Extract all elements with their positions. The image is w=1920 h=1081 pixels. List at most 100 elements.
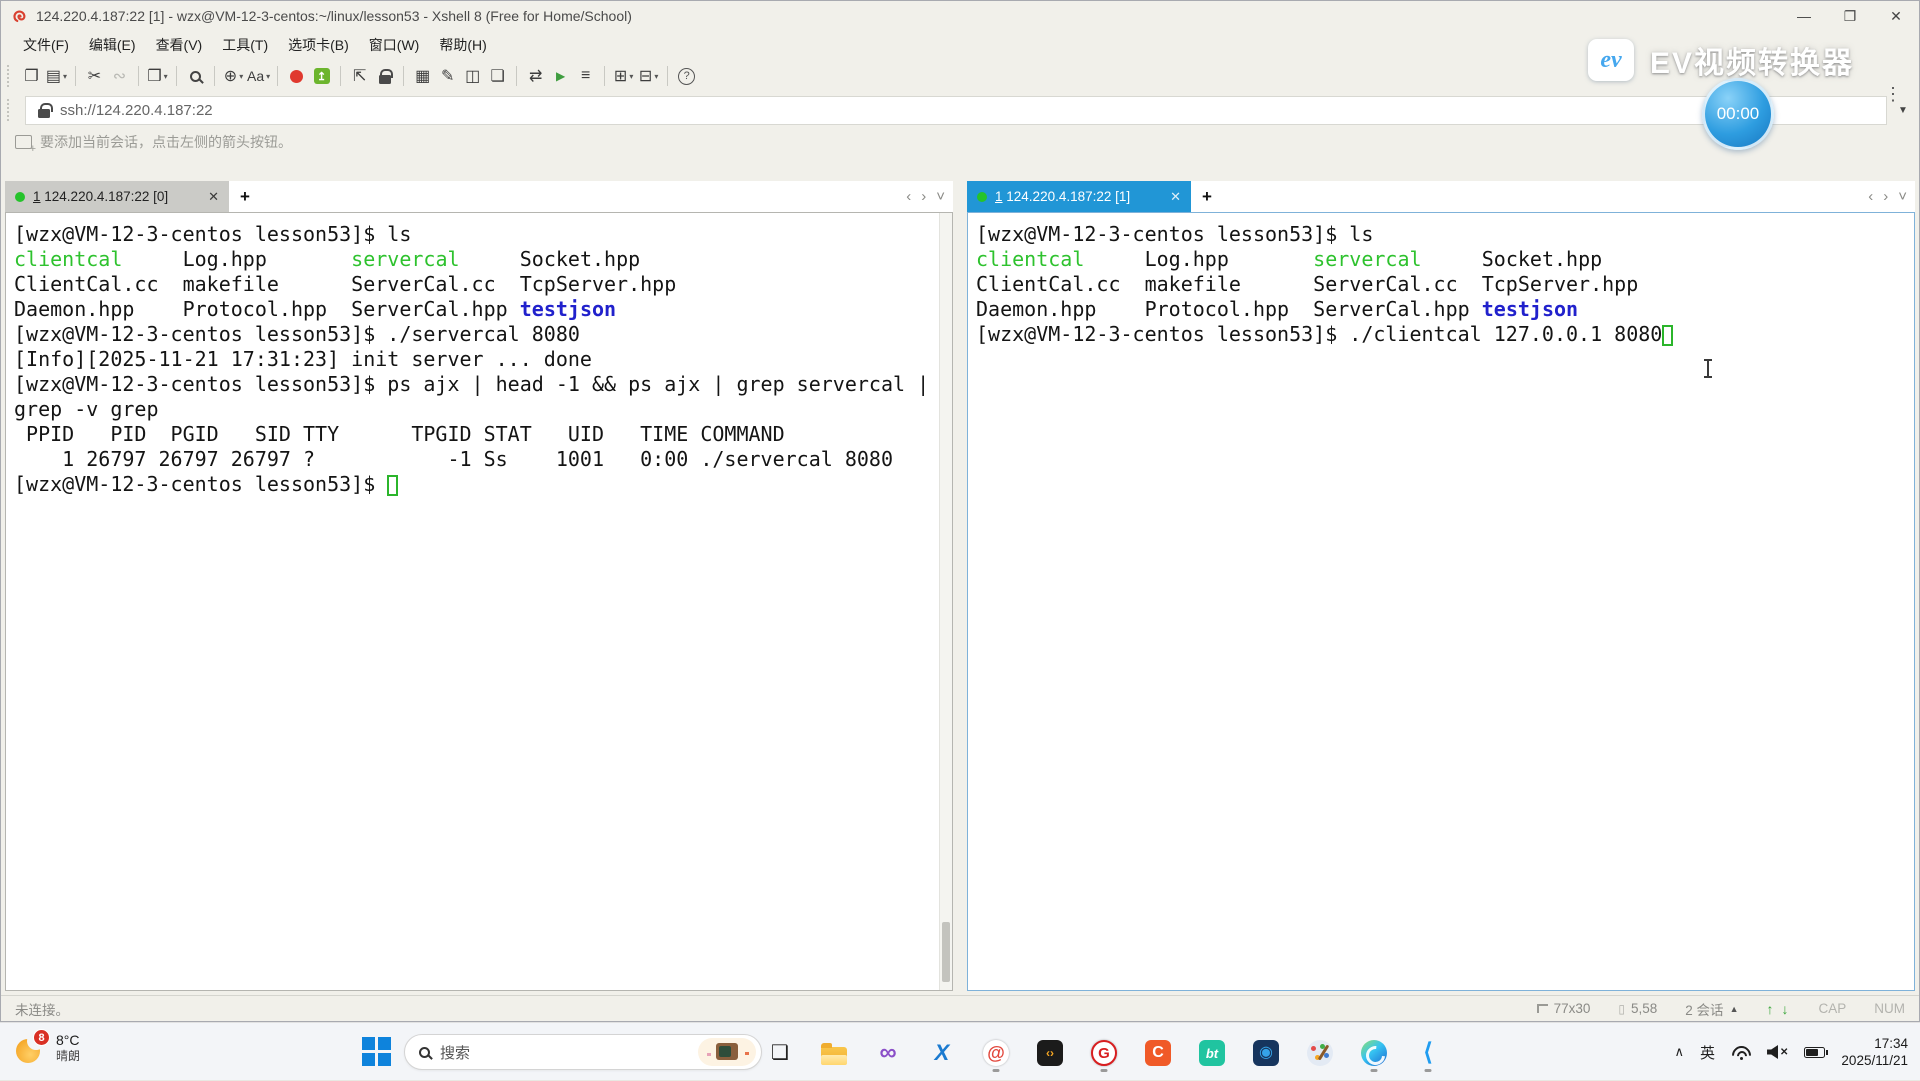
left-terminal-scrollbar[interactable] [939, 213, 952, 990]
taskbar-search[interactable]: 搜索 [404, 1034, 762, 1070]
tab-list-icon[interactable]: ˅ [936, 188, 945, 205]
disconnect-button[interactable]: ✂ [82, 63, 107, 89]
layout-button[interactable]: ⊟▾ [636, 63, 661, 89]
menu-window[interactable]: 窗口(W) [359, 31, 430, 59]
tab-scroll-left-icon[interactable]: ‹ [1868, 188, 1873, 205]
left-terminal[interactable]: [wzx@VM-12-3-centos lesson53]$ lsclientc… [5, 212, 953, 991]
window-title: 124.220.4.187:22 [1] - wzx@VM-12-3-cento… [36, 8, 632, 24]
run-script-button[interactable]: ▶ [548, 63, 573, 89]
tab-close-icon[interactable]: ✕ [1170, 189, 1181, 205]
tab-scroll-right-icon[interactable]: › [921, 188, 926, 205]
compose-bar-button[interactable]: ✎ [435, 63, 460, 89]
size-icon [1537, 1004, 1548, 1013]
taskbar-app-baota-bt[interactable]: bt [1198, 1031, 1226, 1075]
find-button[interactable] [183, 63, 208, 89]
scroll-down-icon[interactable]: ↓ [1781, 1001, 1790, 1017]
duplicate-session-button[interactable]: ❒▾ [145, 63, 170, 89]
fullscreen-button[interactable]: ⇱ [347, 63, 372, 89]
tab-scroll-controls: ‹ › ˅ [1868, 181, 1915, 212]
virtual-keypad-button[interactable]: ▦ [410, 63, 435, 89]
file-transfer-button[interactable]: ⇄ [523, 63, 548, 89]
new-session-button[interactable]: ❐ [19, 63, 44, 89]
tab-scroll-right-icon[interactable]: › [1883, 188, 1888, 205]
tab-close-icon[interactable]: ✕ [208, 189, 219, 205]
tab-scroll-left-icon[interactable]: ‹ [906, 188, 911, 205]
fullscreen-icon: ⇱ [353, 66, 366, 86]
font-button[interactable]: Aa▾ [246, 63, 271, 89]
popup-back-button[interactable]: ❏ [485, 63, 510, 89]
menu-tools[interactable]: 工具(T) [212, 31, 278, 59]
session-hint-text: 要添加当前会话，点击左侧的箭头按钮。 [40, 132, 292, 152]
encoding-button[interactable]: ⊕▾ [221, 63, 246, 89]
screen-capture-button[interactable]: ↥ [309, 63, 334, 89]
system-tray: ∧ 英 ✕ 17:34 2025/11/21 [1675, 1023, 1909, 1081]
taskbar-app-edge-browser[interactable] [1360, 1031, 1388, 1075]
taskbar-app-xshell[interactable]: X [928, 1031, 956, 1075]
weather-widget[interactable]: 8 8°C 晴朗 [16, 1031, 80, 1065]
scroll-up-icon[interactable]: ↑ [1766, 1001, 1775, 1017]
lock-screen-button[interactable] [372, 63, 397, 89]
taskbar-app-vscode[interactable]: ⟨ [1414, 1031, 1442, 1075]
left-session-tab[interactable]: 1 124.220.4.187:22 [0] ✕ [5, 181, 229, 212]
close-button[interactable]: ✕ [1873, 1, 1919, 31]
reconnect-button[interactable]: ∾ [107, 63, 132, 89]
volume-muted-icon[interactable]: ✕ [1767, 1045, 1788, 1059]
new-tab-button[interactable]: + [229, 181, 261, 212]
battery-icon[interactable] [1804, 1047, 1825, 1058]
window-controls: — ❐ ✕ [1781, 1, 1919, 31]
menu-help[interactable]: 帮助(H) [429, 31, 496, 59]
menu-tabs[interactable]: 选项卡(B) [278, 31, 359, 59]
run-script-icon: ▶ [556, 69, 565, 83]
taskbar-app-visual-studio[interactable]: ∞ [874, 1031, 902, 1075]
popup-window-button[interactable]: ◫ [460, 63, 485, 89]
record-video-button[interactable] [284, 63, 309, 89]
right-tab-bar: 1 124.220.4.187:22 [1] ✕ + ‹ › ˅ [967, 181, 1915, 212]
toolbar-drag-handle[interactable] [7, 65, 13, 87]
new-split-button[interactable]: ⊞▾ [611, 63, 636, 89]
input-language-indicator[interactable]: 英 [1700, 1042, 1715, 1063]
menu-file[interactable]: 文件(F) [13, 31, 79, 59]
taskbar-app-dev-tool[interactable]: ‹› [1036, 1031, 1064, 1075]
new-tab-button[interactable]: + [1191, 181, 1223, 212]
taskbar-app-paint-board[interactable] [1306, 1031, 1334, 1075]
dropdown-arrow-icon[interactable]: ▾ [629, 72, 633, 81]
menu-edit[interactable]: 编辑(E) [79, 31, 146, 59]
add-session-icon [15, 135, 32, 149]
address-dropdown-icon[interactable]: ▼ [1893, 105, 1913, 116]
menu-view[interactable]: 查看(V) [146, 31, 213, 59]
dropdown-arrow-icon[interactable]: ▾ [164, 72, 168, 81]
taskbar-app-ev-capture[interactable]: ◉ [1252, 1031, 1280, 1075]
ev-recording-timer[interactable]: 00:00 [1702, 78, 1774, 150]
scrollbar-thumb[interactable] [942, 922, 950, 982]
num-lock-indicator: NUM [1874, 1001, 1905, 1016]
right-session-tab[interactable]: 1 124.220.4.187:22 [1] ✕ [967, 181, 1191, 212]
dropdown-arrow-icon[interactable]: ▾ [654, 72, 658, 81]
dropdown-arrow-icon[interactable]: ▾ [239, 72, 243, 81]
dropdown-arrow-icon[interactable]: ▾ [266, 72, 270, 81]
taskbar-app-task-view[interactable]: ❏ [766, 1031, 794, 1075]
compose-bar-icon: ✎ [441, 66, 454, 86]
start-button[interactable] [362, 1037, 392, 1067]
taskbar-app-c-app[interactable]: C [1144, 1031, 1172, 1075]
help-button[interactable]: ? [674, 63, 699, 89]
session-count[interactable]: 2 会话▲ [1685, 999, 1738, 1019]
taskbar-clock[interactable]: 17:34 2025/11/21 [1841, 1035, 1908, 1069]
taskbar-app-file-explorer[interactable] [820, 1031, 848, 1075]
minimize-button[interactable]: — [1781, 1, 1827, 31]
search-doodle-image[interactable] [698, 1038, 756, 1066]
restore-button[interactable]: ❐ [1827, 1, 1873, 31]
tray-overflow-chevron-icon[interactable]: ∧ [1675, 1044, 1685, 1060]
tab-label: 1 124.220.4.187:22 [0] [33, 189, 168, 204]
dropdown-arrow-icon[interactable]: ▾ [63, 72, 67, 81]
right-terminal[interactable]: [wzx@VM-12-3-centos lesson53]$ lsclientc… [967, 212, 1915, 991]
wifi-icon[interactable] [1731, 1044, 1751, 1060]
taskbar-app-xshell-snail[interactable]: @ [982, 1031, 1010, 1075]
session-log-button[interactable]: ≡ [573, 63, 598, 89]
taskbar-app-gitee[interactable]: G [1090, 1031, 1118, 1075]
addressbar-drag-handle[interactable] [7, 99, 13, 121]
open-sessions-button[interactable]: ▤▾ [44, 63, 69, 89]
address-bar[interactable]: ssh://124.220.4.187:22 [25, 96, 1887, 125]
tab-list-icon[interactable]: ˅ [1898, 188, 1907, 205]
ev-menu-dots-icon[interactable]: ⋮ [1884, 84, 1902, 105]
ev-recorder-title: EV视频转换器 [1650, 38, 1854, 82]
